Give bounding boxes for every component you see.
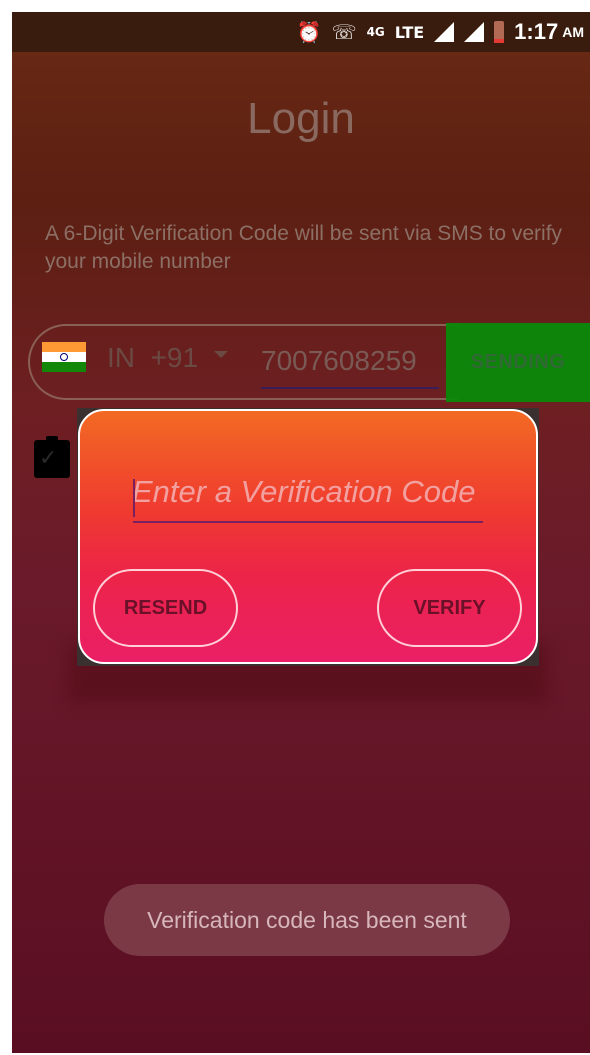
- status-time: 1:17: [514, 19, 559, 44]
- text-cursor: [133, 479, 135, 517]
- wifi-calling-icon: ☏: [331, 20, 357, 44]
- phone-input-underline: [261, 387, 439, 389]
- resend-button[interactable]: RESEND: [93, 569, 238, 647]
- signal-icon: [464, 22, 485, 42]
- verification-info-text: A 6-Digit Verification Code will be sent…: [45, 222, 563, 273]
- send-code-label: SENDING: [470, 351, 566, 373]
- status-ampm: AM: [562, 24, 584, 40]
- india-flag-icon[interactable]: [42, 342, 86, 372]
- country-code: IN: [107, 342, 135, 373]
- verify-label: VERIFY: [413, 596, 486, 619]
- clipboard-check-icon[interactable]: ✓: [34, 436, 70, 478]
- 4g-icon: 4G: [366, 25, 385, 39]
- phone-number-input[interactable]: 7007608259: [261, 345, 417, 377]
- resend-label: RESEND: [123, 596, 208, 619]
- verification-code-input[interactable]: Enter a Verification Code: [132, 474, 482, 510]
- signal-icon: [434, 22, 455, 42]
- check-icon: ✓: [39, 446, 58, 471]
- alarm-icon: ⏰: [296, 20, 322, 44]
- send-code-button[interactable]: SENDING: [446, 323, 590, 402]
- toast-text: Verification code has been sent: [147, 906, 467, 933]
- status-bar: ⏰ ☏ 4G LTE 1:17 AM: [12, 12, 590, 52]
- page-title: Login: [247, 94, 355, 143]
- verify-button[interactable]: VERIFY: [377, 569, 522, 647]
- country-picker[interactable]: IN +91: [107, 342, 198, 374]
- dial-code: +91: [150, 342, 199, 373]
- battery-icon: [494, 21, 505, 43]
- code-input-underline: [133, 521, 483, 523]
- toast-message: Verification code has been sent: [104, 884, 510, 956]
- app-screen: ⏰ ☏ 4G LTE 1:17 AM Login A 6-Digit Verif…: [12, 12, 590, 1053]
- chevron-down-icon[interactable]: [214, 351, 228, 358]
- lte-icon: LTE: [394, 22, 425, 42]
